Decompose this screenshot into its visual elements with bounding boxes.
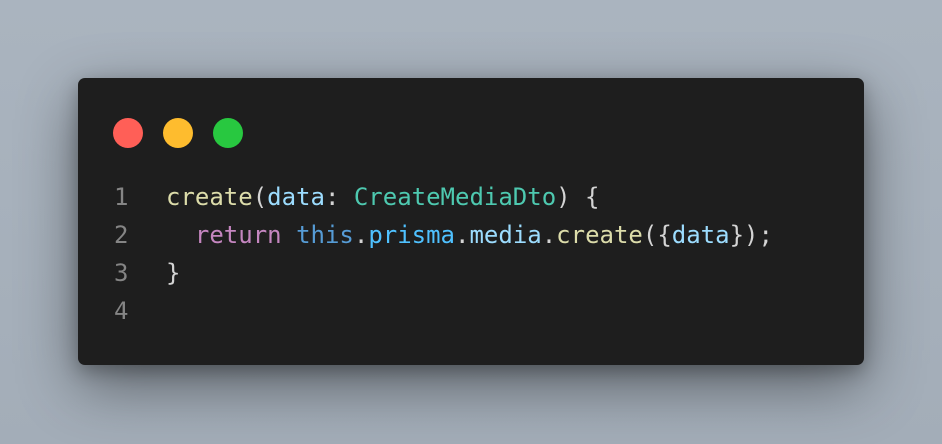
code-token: } xyxy=(166,259,181,287)
window-controls xyxy=(113,118,243,148)
code-token: ) { xyxy=(556,183,600,211)
code-token: . xyxy=(455,221,470,249)
code-token: ({ xyxy=(642,221,672,249)
code-token: data xyxy=(671,221,730,249)
maximize-button[interactable] xyxy=(213,118,243,148)
code-token: CreateMediaDto xyxy=(353,183,557,211)
code-token: media xyxy=(469,221,542,249)
line-content: create(data: CreateMediaDto) { xyxy=(166,178,600,216)
line-number: 2 xyxy=(114,221,129,249)
code-token: . xyxy=(353,221,369,249)
code-token: return xyxy=(194,221,282,249)
line-number: 1 xyxy=(114,183,129,211)
line-content: } xyxy=(166,254,180,292)
line-number: 4 xyxy=(114,297,129,325)
code-token: }); xyxy=(729,221,773,249)
line-number: 3 xyxy=(114,259,129,287)
code-line: 3 } xyxy=(78,254,864,292)
code-token: : xyxy=(324,183,354,211)
code-token: . xyxy=(541,221,557,249)
code-line: 4 xyxy=(78,292,864,330)
close-button[interactable] xyxy=(113,118,143,148)
code-token: ( xyxy=(252,183,268,211)
code-token: prisma xyxy=(368,221,456,249)
code-window: 1 create(data: CreateMediaDto) { 2 retur… xyxy=(78,78,864,365)
code-token: create xyxy=(556,221,643,249)
minimize-button[interactable] xyxy=(163,118,193,148)
code-line: 2 return this.prisma.media.create({data}… xyxy=(78,216,864,254)
code-token: this xyxy=(296,221,354,249)
code-token: create xyxy=(166,183,253,211)
code-token: data xyxy=(267,183,325,211)
code-block: 1 create(data: CreateMediaDto) { 2 retur… xyxy=(78,178,864,330)
code-line: 1 create(data: CreateMediaDto) { xyxy=(78,178,864,216)
line-content: return this.prisma.media.create({data}); xyxy=(166,216,773,254)
